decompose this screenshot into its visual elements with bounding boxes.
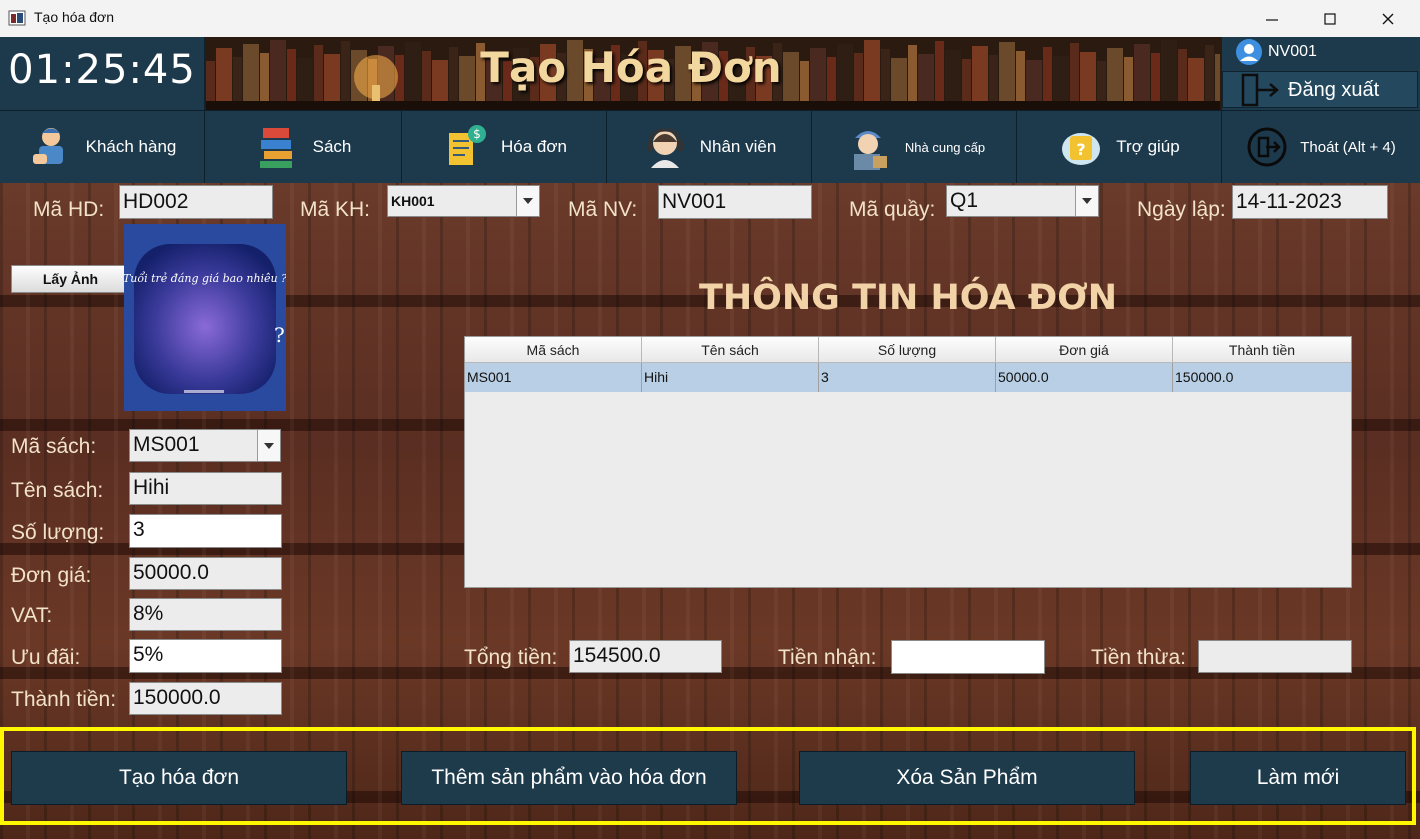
customer-icon — [32, 128, 63, 164]
help-icon: ? — [1062, 133, 1101, 165]
exit-icon — [1247, 127, 1287, 167]
vat-label: VAT: — [11, 604, 53, 627]
close-icon — [1382, 13, 1394, 24]
books-icon — [259, 128, 292, 168]
table-cell[interactable]: 50000.0 — [996, 363, 1173, 392]
maximize-button[interactable] — [1301, 0, 1359, 37]
table-cell[interactable]: Hihi — [642, 363, 819, 392]
invoice-items-table[interactable]: Mã sách Tên sách Số lượng Đơn giá Thành … — [464, 336, 1352, 588]
nav-suppliers[interactable]: Nhà cung cấp — [812, 111, 1017, 183]
customer-id-select[interactable]: KH001 — [387, 185, 540, 217]
book-name-field[interactable]: Hihi — [129, 472, 282, 505]
header-banner: 01:25:45 Tạo Hóa Đơn NV001 Đăng xuất — [0, 37, 1420, 110]
nav-books[interactable]: Sách — [205, 111, 402, 183]
date-label: Ngày lập: — [1137, 198, 1226, 221]
chevron-down-icon[interactable] — [257, 430, 280, 461]
invoice-id-label: Mã HD: — [33, 198, 105, 221]
user-avatar-icon — [1236, 39, 1262, 65]
nav-label: Nhân viên — [699, 137, 777, 156]
minimize-button[interactable] — [1243, 0, 1301, 37]
counter-id-label: Mã quầy: — [849, 198, 936, 221]
svg-text:?: ? — [1077, 140, 1086, 159]
counter-id-select[interactable]: Q1 — [946, 185, 1099, 217]
book-name-label: Tên sách: — [11, 479, 104, 502]
total-field[interactable]: 154500.0 — [569, 640, 722, 673]
window-title: Tạo hóa đơn — [34, 9, 115, 25]
nav-label: Hóa đơn — [501, 137, 567, 156]
book-id-label: Mã sách: — [11, 435, 97, 458]
nav-invoices[interactable]: $ Hóa đơn — [402, 111, 607, 183]
book-id-select[interactable]: MS001 — [129, 429, 281, 462]
create-invoice-button[interactable]: Tạo hóa đơn — [11, 751, 347, 805]
change-field[interactable] — [1198, 640, 1352, 673]
column-header[interactable]: Đơn giá — [996, 337, 1173, 363]
svg-text:?: ? — [274, 323, 285, 347]
line-total-field[interactable]: 150000.0 — [129, 682, 282, 715]
nav-label: Khách hàng — [85, 137, 177, 156]
quantity-label: Số lượng: — [11, 521, 105, 544]
nav-customers[interactable]: Khách hàng — [0, 111, 205, 183]
get-image-button[interactable]: Lấy Ảnh — [11, 265, 130, 293]
minimize-icon — [1266, 18, 1278, 21]
date-field[interactable]: 14-11-2023 — [1232, 185, 1388, 219]
table-cell[interactable]: MS001 — [465, 363, 642, 392]
change-label: Tiền thừa: — [1091, 646, 1186, 669]
table-cell[interactable]: 150000.0 — [1173, 363, 1351, 392]
total-label: Tổng tiền: — [464, 646, 558, 669]
discount-field[interactable]: 5% — [129, 639, 282, 673]
details-heading: THÔNG TIN HÓA ĐƠN — [698, 278, 1118, 318]
unit-price-label: Đơn giá: — [11, 564, 92, 587]
nav-exit[interactable]: Thoát (Alt + 4) — [1222, 111, 1420, 183]
nav-label: Sách — [312, 137, 352, 156]
add-product-button[interactable]: Thêm sản phẩm vào hóa đơn — [401, 751, 737, 805]
nav-help[interactable]: ? Trợ giúp — [1017, 111, 1222, 183]
clock: 01:25:45 — [8, 47, 196, 93]
close-window-button[interactable] — [1359, 0, 1417, 37]
user-id: NV001 — [1268, 43, 1317, 60]
supplier-icon — [853, 131, 887, 170]
customer-id-label: Mã KH: — [300, 198, 371, 221]
unit-price-field[interactable]: 50000.0 — [129, 557, 282, 590]
invoice-form: Mã HD: HD002 Mã KH: KH001 Mã NV: NV001 M… — [0, 183, 1420, 839]
column-header[interactable]: Thành tiền — [1173, 337, 1351, 363]
employee-icon — [646, 128, 683, 168]
customer-id-value: KH001 — [391, 193, 435, 209]
app-icon — [8, 10, 26, 26]
invoice-icon: $ — [449, 125, 487, 165]
quantity-field[interactable]: 3 — [129, 514, 282, 548]
main-nav: Khách hàng Sách $ Hóa đơn Nhân viên Nhà … — [0, 110, 1420, 184]
clock-panel: 01:25:45 — [0, 37, 206, 110]
logout-label: Đăng xuất — [1288, 79, 1380, 101]
employee-id-field[interactable]: NV001 — [658, 185, 812, 219]
invoice-id-field[interactable]: HD002 — [119, 185, 273, 219]
vat-field[interactable]: 8% — [129, 598, 282, 631]
svg-text:$: $ — [473, 127, 481, 141]
book-id-value: MS001 — [133, 433, 200, 456]
column-header[interactable]: Tên sách — [642, 337, 819, 363]
nav-label: Trợ giúp — [1116, 137, 1180, 156]
maximize-icon — [1324, 12, 1336, 25]
chevron-down-icon[interactable] — [1075, 186, 1098, 216]
amount-received-label: Tiền nhận: — [778, 646, 877, 669]
book-cover-image: Tuổi trẻ đáng giá bao nhiêu ? ? — [124, 224, 286, 411]
employee-id-label: Mã NV: — [568, 198, 638, 221]
window-title-bar: Tạo hóa đơn — [0, 0, 1420, 37]
column-header[interactable]: Mã sách — [465, 337, 642, 363]
nav-label: Thoát (Alt + 4) — [1300, 138, 1396, 156]
nav-label: Nhà cung cấp — [904, 139, 986, 155]
discount-label: Ưu đãi: — [11, 646, 81, 669]
counter-id-value: Q1 — [950, 189, 979, 212]
amount-received-field[interactable] — [891, 640, 1045, 674]
cover-title-text: Tuổi trẻ đáng giá bao nhiêu ? — [124, 272, 286, 285]
column-header[interactable]: Số lượng — [819, 337, 996, 363]
page-title: Tạo Hóa Đơn — [480, 43, 782, 92]
line-total-label: Thành tiền: — [11, 688, 117, 711]
chevron-down-icon[interactable] — [516, 186, 539, 216]
cover-title: Tuổi trẻ đáng giá bao nhiêu ? — [124, 272, 286, 285]
delete-product-button[interactable]: Xóa Sản Phẩm — [799, 751, 1135, 805]
table-cell[interactable]: 3 — [819, 363, 996, 392]
refresh-button[interactable]: Làm mới — [1190, 751, 1406, 805]
nav-employees[interactable]: Nhân viên — [607, 111, 812, 183]
logout-icon — [1241, 73, 1279, 107]
